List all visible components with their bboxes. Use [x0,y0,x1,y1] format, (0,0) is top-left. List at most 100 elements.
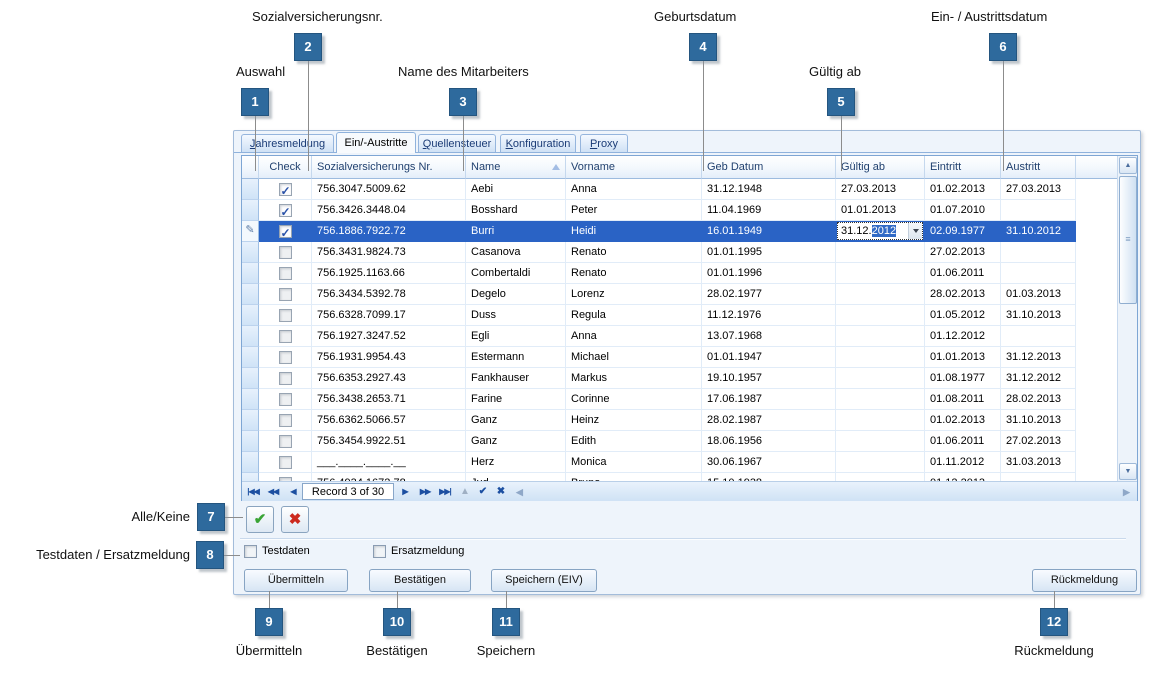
cell-svn[interactable]: 756.3434.5392.78 [312,284,466,305]
table-row[interactable]: 756.3454.9922.51GanzEdith18.06.195601.06… [242,431,1119,452]
cell-svn[interactable]: 756.6328.7099.17 [312,305,466,326]
tab-quellensteuer[interactable]: Quellensteuer [418,134,496,152]
cell-name[interactable]: Ganz [466,431,566,452]
column-header-eintritt[interactable]: Eintritt [925,156,1001,179]
cell-austritt[interactable]: 31.10.2013 [1001,410,1076,431]
select-all-button[interactable]: ✔ [246,506,274,533]
row-checkbox[interactable] [279,246,292,259]
ersatzmeldung-label[interactable]: Ersatzmeldung [391,545,464,557]
cell-vorname[interactable]: Peter [566,200,702,221]
column-header-gueltig[interactable]: Gültig ab [836,156,925,179]
cell-gueltig[interactable] [836,368,925,389]
hscroll-right-icon[interactable]: ▶ [1117,484,1135,500]
row-checkbox[interactable] [279,372,292,385]
cell-gueltig[interactable]: 01.01.2013 [836,200,925,221]
row-checkbox[interactable] [279,309,292,322]
cell-vorname[interactable]: Renato [566,263,702,284]
cell-vorname[interactable]: Lorenz [566,284,702,305]
cell-name[interactable]: Fankhauser [466,368,566,389]
cell-check[interactable] [259,284,312,305]
cell-check[interactable] [259,242,312,263]
cell-eintritt[interactable]: 01.08.2011 [925,389,1001,410]
cell-name[interactable]: Degelo [466,284,566,305]
cell-vorname[interactable]: Markus [566,368,702,389]
cell-austritt[interactable]: 31.10.2012 [1001,221,1076,242]
cell-austritt[interactable] [1001,242,1076,263]
cell-geb[interactable]: 28.02.1977 [702,284,836,305]
row-checkbox[interactable] [279,288,292,301]
nav-last-icon[interactable]: ▶▶| [436,484,454,500]
cell-eintritt[interactable]: 01.12.2013 [925,473,1001,481]
cell-eintritt[interactable]: 01.12.2012 [925,326,1001,347]
cell-austritt[interactable]: 31.12.2013 [1001,347,1076,368]
cell-geb[interactable]: 11.12.1976 [702,305,836,326]
row-checkbox[interactable] [279,456,292,469]
cell-svn[interactable]: 756.3426.3448.04 [312,200,466,221]
table-row[interactable]: 756.3426.3448.04BosshardPeter11.04.19690… [242,200,1119,221]
cell-gueltig[interactable] [836,431,925,452]
cell-gueltig[interactable] [836,242,925,263]
cell-geb[interactable]: 17.06.1987 [702,389,836,410]
cell-eintritt[interactable]: 01.02.2013 [925,179,1001,200]
cell-svn[interactable]: ___.____.____.__ [312,452,466,473]
table-row[interactable]: 756.3047.5009.62AebiAnna31.12.194827.03.… [242,179,1119,200]
cell-name[interactable]: Estermann [466,347,566,368]
cell-check[interactable] [259,368,312,389]
cell-svn[interactable]: 756.1886.7922.72 [312,221,466,242]
cell-eintritt[interactable]: 28.02.2013 [925,284,1001,305]
cell-austritt[interactable] [1001,473,1076,481]
cell-gueltig[interactable] [836,326,925,347]
cell-check[interactable] [259,179,312,200]
cell-vorname[interactable]: Michael [566,347,702,368]
cell-eintritt[interactable]: 01.02.2013 [925,410,1001,431]
cell-geb[interactable]: 15.10.1938 [702,473,836,481]
vertical-scrollbar[interactable]: ▲ ≡ ▼ [1117,156,1137,481]
cell-check[interactable] [259,263,312,284]
cell-geb[interactable]: 19.10.1957 [702,368,836,389]
nav-prev-icon[interactable]: ◀ [284,484,302,500]
cell-gueltig[interactable]: 27.03.2013 [836,179,925,200]
cell-eintritt[interactable]: 01.05.2012 [925,305,1001,326]
cell-check[interactable] [259,305,312,326]
cell-austritt[interactable]: 31.12.2012 [1001,368,1076,389]
cell-eintritt[interactable]: 27.02.2013 [925,242,1001,263]
cell-austritt[interactable] [1001,326,1076,347]
tab-konfiguration[interactable]: Konfiguration [500,134,576,152]
cell-svn[interactable]: 756.3454.9922.51 [312,431,466,452]
cell-gueltig[interactable] [836,263,925,284]
cell-check[interactable] [259,200,312,221]
table-row[interactable]: 756.4934.1672.78JudBruno15.10.193801.12.… [242,473,1119,481]
cell-check[interactable] [259,389,312,410]
table-row[interactable]: 756.3438.2653.71FarineCorinne17.06.19870… [242,389,1119,410]
cell-name[interactable]: Duss [466,305,566,326]
tab-proxy[interactable]: Proxy [580,134,628,152]
cell-eintritt[interactable]: 02.09.1977 [925,221,1001,242]
table-row[interactable]: 756.1931.9954.43EstermannMichael01.01.19… [242,347,1119,368]
cell-eintritt[interactable]: 01.06.2011 [925,263,1001,284]
column-header-austritt[interactable]: Austritt [1001,156,1076,179]
hscroll-left-icon[interactable]: ◀ [510,484,528,500]
cell-svn[interactable]: 756.6353.2927.43 [312,368,466,389]
row-checkbox[interactable] [279,225,292,238]
column-header-geb[interactable]: Geb Datum [702,156,836,179]
rueckmeldung-button[interactable]: Rückmeldung [1032,569,1137,592]
cell-austritt[interactable]: 31.10.2013 [1001,305,1076,326]
cell-svn[interactable]: 756.1927.3247.52 [312,326,466,347]
nav-prev-page-icon[interactable]: ◀◀ [264,484,282,500]
column-header-svn[interactable]: Sozialversicherungs Nr. [312,156,466,179]
cell-eintritt[interactable]: 01.07.2010 [925,200,1001,221]
dropdown-arrow-icon[interactable] [908,223,922,239]
cell-check[interactable] [259,452,312,473]
scroll-down-icon[interactable]: ▼ [1119,463,1137,480]
cell-geb[interactable]: 28.02.1987 [702,410,836,431]
cell-austritt[interactable]: 27.02.2013 [1001,431,1076,452]
table-row[interactable]: 756.1927.3247.52EgliAnna13.07.196801.12.… [242,326,1119,347]
scroll-up-icon[interactable]: ▲ [1119,157,1137,174]
cell-name[interactable]: Egli [466,326,566,347]
table-row[interactable]: 756.3431.9824.73CasanovaRenato01.01.1995… [242,242,1119,263]
cell-geb[interactable]: 01.01.1995 [702,242,836,263]
nav-cancel-edit-icon[interactable]: ✖ [492,484,510,500]
cell-name[interactable]: Jud [466,473,566,481]
nav-first-icon[interactable]: |◀◀ [244,484,262,500]
ersatzmeldung-option[interactable]: Ersatzmeldung [373,544,464,558]
